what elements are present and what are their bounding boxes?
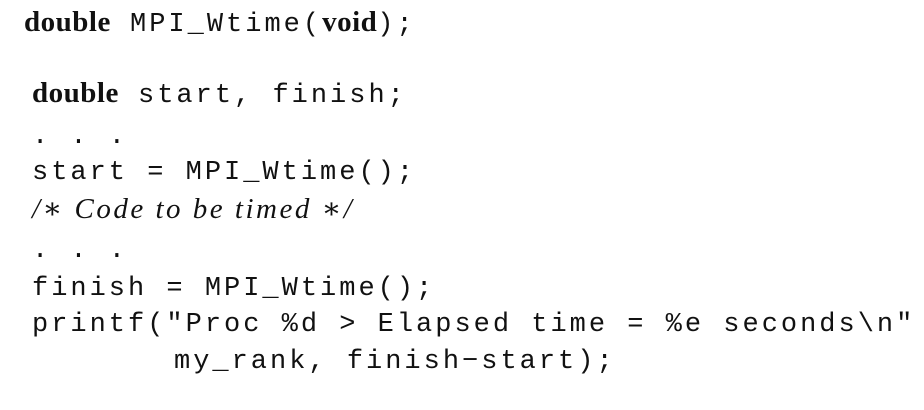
ellipsis-line: . . . — [32, 236, 129, 266]
function-signature: double MPI_Wtime(void); — [24, 4, 416, 40]
printf-arguments-line: my_rank, finish−start); — [174, 347, 616, 377]
declaration-line: double start, finish; — [32, 75, 407, 111]
decl-variables: start, finish; — [118, 81, 407, 111]
param-keyword: void — [322, 6, 378, 38]
open-paren: ( — [302, 10, 323, 40]
finish-assignment-line: finish = MPI_Wtime(); — [32, 274, 436, 304]
function-name: MPI_Wtime — [130, 10, 303, 40]
return-type-keyword: double — [24, 6, 111, 38]
comment-line: /∗ Code to be timed ∗/ — [32, 193, 355, 225]
decl-type-keyword: double — [32, 77, 119, 109]
ellipsis-line: . . . — [32, 122, 129, 152]
start-assignment-line: start = MPI_Wtime(); — [32, 158, 417, 188]
close-paren: ); — [377, 10, 416, 40]
printf-line: printf("Proc %d > Elapsed time = %e seco… — [32, 310, 916, 340]
code-example: double start, finish; . . . start = MPI_… — [32, 75, 912, 395]
